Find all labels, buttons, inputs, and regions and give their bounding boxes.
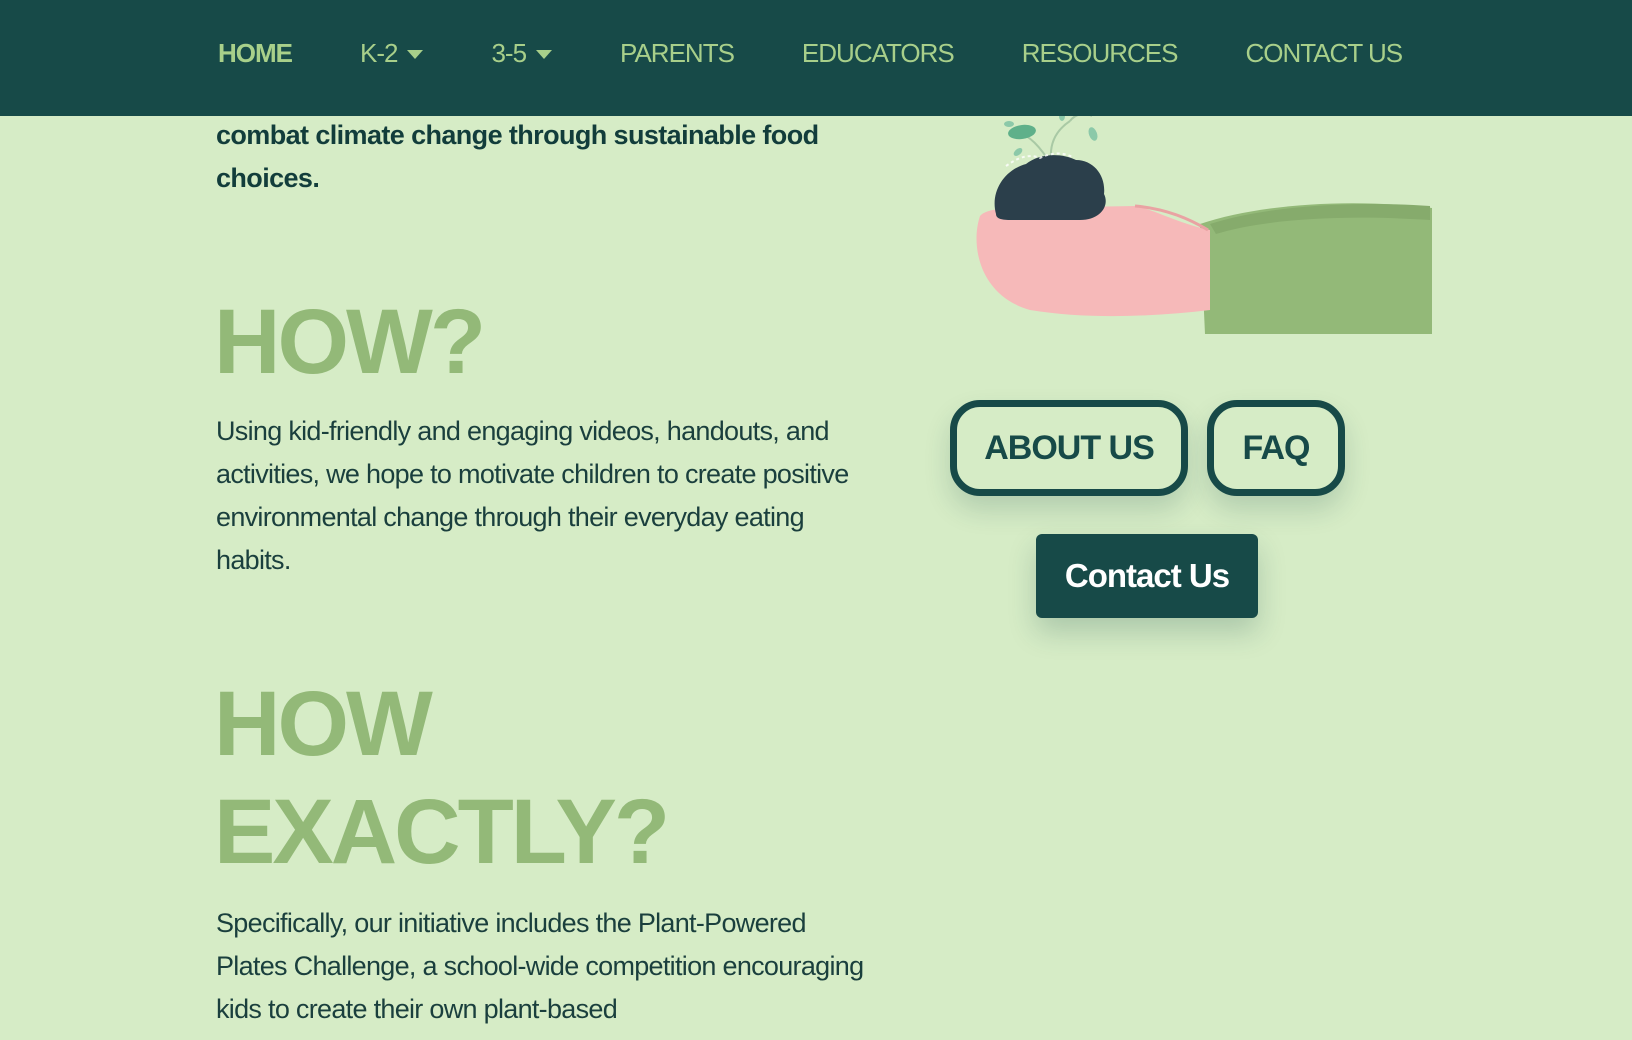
how-exactly-heading: HOW EXACTLY? [214, 673, 670, 883]
nav-item-label: RESOURCES [1021, 38, 1179, 68]
nav-item-educators[interactable]: EDUCATORS [801, 38, 955, 69]
caret-down-icon [536, 50, 553, 59]
nav-item-label: EDUCATORS [801, 38, 955, 68]
page: HOME K-2 3-5 PARENTS EDUCATORS RESOURCES… [0, 0, 1632, 1040]
how-heading: HOW? [214, 291, 486, 393]
nav-item-home[interactable]: HOME [218, 38, 293, 69]
nav-item-parents[interactable]: PARENTS [620, 38, 735, 69]
nav-item-label: K-2 [360, 38, 398, 68]
nav-item-label: HOME [218, 38, 293, 68]
hand-holding-seedling-icon [976, 111, 1432, 334]
nav-item-resources[interactable]: RESOURCES [1021, 38, 1179, 69]
intro-text-tail: combat climate change through sustainabl… [216, 120, 819, 193]
nav-item-k-2[interactable]: K-2 [360, 38, 424, 69]
faq-label: FAQ [1242, 428, 1311, 467]
nav-item-label: PARENTS [620, 38, 735, 68]
nav-item-label: 3-5 [491, 38, 527, 68]
top-navbar: HOME K-2 3-5 PARENTS EDUCATORS RESOURCES… [0, 0, 1632, 116]
nav-list: HOME K-2 3-5 PARENTS EDUCATORS RESOURCES… [218, 38, 1403, 69]
contact-us-label: Contact Us [1064, 557, 1230, 594]
how-body-text: Using kid-friendly and engaging videos, … [216, 416, 849, 575]
about-us-button[interactable]: ABOUT US [950, 400, 1188, 496]
nav-item-label: CONTACT US [1245, 38, 1403, 68]
nav-item-3-5[interactable]: 3-5 [491, 38, 553, 69]
nav-item-contact-us[interactable]: CONTACT US [1245, 38, 1403, 69]
about-us-label: ABOUT US [984, 428, 1155, 467]
caret-down-icon [407, 50, 424, 59]
contact-us-button[interactable]: Contact Us [1036, 534, 1258, 618]
how-exactly-body-text: Specifically, our initiative includes th… [216, 908, 864, 1024]
faq-button[interactable]: FAQ [1207, 400, 1345, 496]
